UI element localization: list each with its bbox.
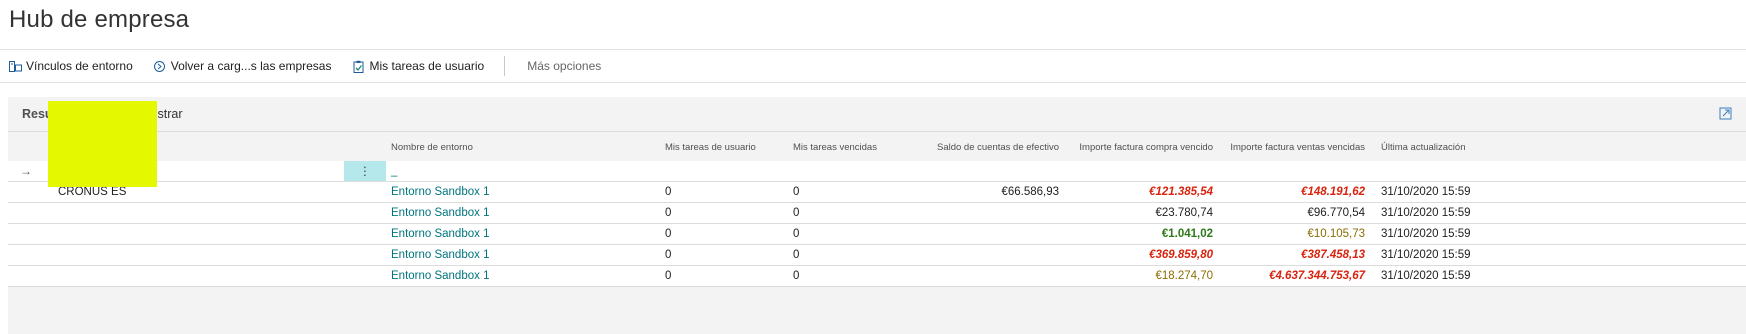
environment-link[interactable]: Entorno Sandbox 1 xyxy=(391,182,651,202)
group-environment-link[interactable]: _ xyxy=(391,161,651,181)
environment-link[interactable]: Entorno Sandbox 1 xyxy=(391,245,651,265)
sales-overdue-value: €96.770,54 xyxy=(1307,207,1365,219)
overdue-tasks-value: 0 xyxy=(793,186,800,198)
company-name[interactable] xyxy=(58,203,358,223)
last-updated-value: 31/10/2020 15:59 xyxy=(1381,228,1471,240)
grid-header: Nombre de la empresa Nombre de entorno M… xyxy=(8,134,1746,160)
cash-balance-value xyxy=(913,224,1059,244)
environment-link[interactable]: Entorno Sandbox 1 xyxy=(391,203,651,223)
environment-links-icon xyxy=(8,59,22,73)
my-tasks-value: 0 xyxy=(665,270,672,282)
sales-overdue-value: €148.191,62 xyxy=(1301,186,1365,198)
purchase-overdue-value: €18.274,70 xyxy=(1155,270,1213,282)
purchase-overdue-value: €23.780,74 xyxy=(1155,207,1213,219)
my-tasks-value: 0 xyxy=(665,228,672,240)
part-tabs: Resumen Administrar xyxy=(8,97,1746,131)
table-row[interactable]: Entorno Sandbox 1 0 0 €18.274,70 €4.637.… xyxy=(8,266,1746,287)
my-tasks-value: 0 xyxy=(665,249,672,261)
cash-balance-value: €66.586,93 xyxy=(1001,186,1059,198)
col-environment-name[interactable]: Nombre de entorno xyxy=(391,134,651,160)
current-row-arrow-icon: → xyxy=(20,164,32,178)
my-user-tasks-button[interactable]: Mis tareas de usuario xyxy=(351,59,484,73)
overdue-tasks-value: 0 xyxy=(793,228,800,240)
last-updated-value: 31/10/2020 15:59 xyxy=(1381,207,1471,219)
clipboard-icon xyxy=(351,59,365,73)
col-last-updated[interactable]: Última actualización xyxy=(1381,134,1521,160)
page-title: Hub de empresa xyxy=(9,6,190,33)
last-updated-value: 31/10/2020 15:59 xyxy=(1381,186,1471,198)
cash-balance-value xyxy=(913,245,1059,265)
my-user-tasks-label: Mis tareas de usuario xyxy=(369,59,485,73)
col-cash-balance[interactable]: Saldo de cuentas de efectivo xyxy=(913,134,1059,160)
purchase-overdue-value: €369.859,80 xyxy=(1149,249,1213,261)
sales-overdue-value: €387.458,13 xyxy=(1301,249,1365,261)
expand-icon[interactable] xyxy=(1719,107,1732,120)
row-actions-button[interactable]: ⋮ xyxy=(344,161,386,181)
actions-divider xyxy=(0,82,1746,83)
action-bar: Vínculos de entorno Volver a carg...s la… xyxy=(0,50,1746,82)
action-separator xyxy=(504,56,506,76)
company-name[interactable] xyxy=(58,266,358,286)
overdue-tasks-value: 0 xyxy=(793,207,800,219)
sales-overdue-value: €4.637.344.753,67 xyxy=(1269,270,1365,282)
my-tasks-value: 0 xyxy=(665,207,672,219)
environment-link[interactable]: Entorno Sandbox 1 xyxy=(391,266,651,286)
companies-list-part: Resumen Administrar Nombre de la empresa… xyxy=(8,97,1746,334)
sales-overdue-value: €10.105,73 xyxy=(1307,228,1365,240)
purchase-overdue-value: €121.385,54 xyxy=(1149,186,1213,198)
col-overdue-sales[interactable]: Importe factura ventas vencidas xyxy=(1218,134,1365,160)
redaction-block xyxy=(48,101,157,187)
reload-companies-button[interactable]: Volver a carg...s las empresas xyxy=(153,59,332,73)
company-name[interactable] xyxy=(58,245,358,265)
my-tasks-value: 0 xyxy=(665,186,672,198)
last-updated-value: 31/10/2020 15:59 xyxy=(1381,249,1471,261)
environment-links-button[interactable]: Vínculos de entorno xyxy=(8,59,133,73)
col-overdue-purchase[interactable]: Importe factura compra vencido xyxy=(1068,134,1213,160)
purchase-overdue-value: €1.041,02 xyxy=(1161,228,1213,240)
table-row[interactable]: CRONUS ES Entorno Sandbox 1 0 0 €66.586,… xyxy=(8,182,1746,203)
tabs-divider xyxy=(8,131,1746,132)
cash-balance-value xyxy=(913,266,1059,286)
company-name[interactable] xyxy=(58,224,358,244)
group-row[interactable]: → ES ⋮ _ xyxy=(8,161,1746,182)
col-my-overdue-tasks[interactable]: Mis tareas vencidas xyxy=(793,134,913,160)
col-my-user-tasks[interactable]: Mis tareas de usuario xyxy=(665,134,775,160)
overdue-tasks-value: 0 xyxy=(793,249,800,261)
reload-companies-label: Volver a carg...s las empresas xyxy=(170,59,332,73)
table-row[interactable]: Entorno Sandbox 1 0 0 €1.041,02 €10.105,… xyxy=(8,224,1746,245)
overdue-tasks-value: 0 xyxy=(793,270,800,282)
table-row[interactable]: Entorno Sandbox 1 0 0 €23.780,74 €96.770… xyxy=(8,203,1746,224)
environment-links-label: Vínculos de entorno xyxy=(26,59,133,73)
table-row[interactable]: Entorno Sandbox 1 0 0 €369.859,80 €387.4… xyxy=(8,245,1746,266)
environment-link[interactable]: Entorno Sandbox 1 xyxy=(391,224,651,244)
more-options-button[interactable]: Más opciones xyxy=(527,59,601,73)
cash-balance-value xyxy=(913,203,1059,223)
reload-icon xyxy=(153,59,167,73)
last-updated-value: 31/10/2020 15:59 xyxy=(1381,270,1471,282)
